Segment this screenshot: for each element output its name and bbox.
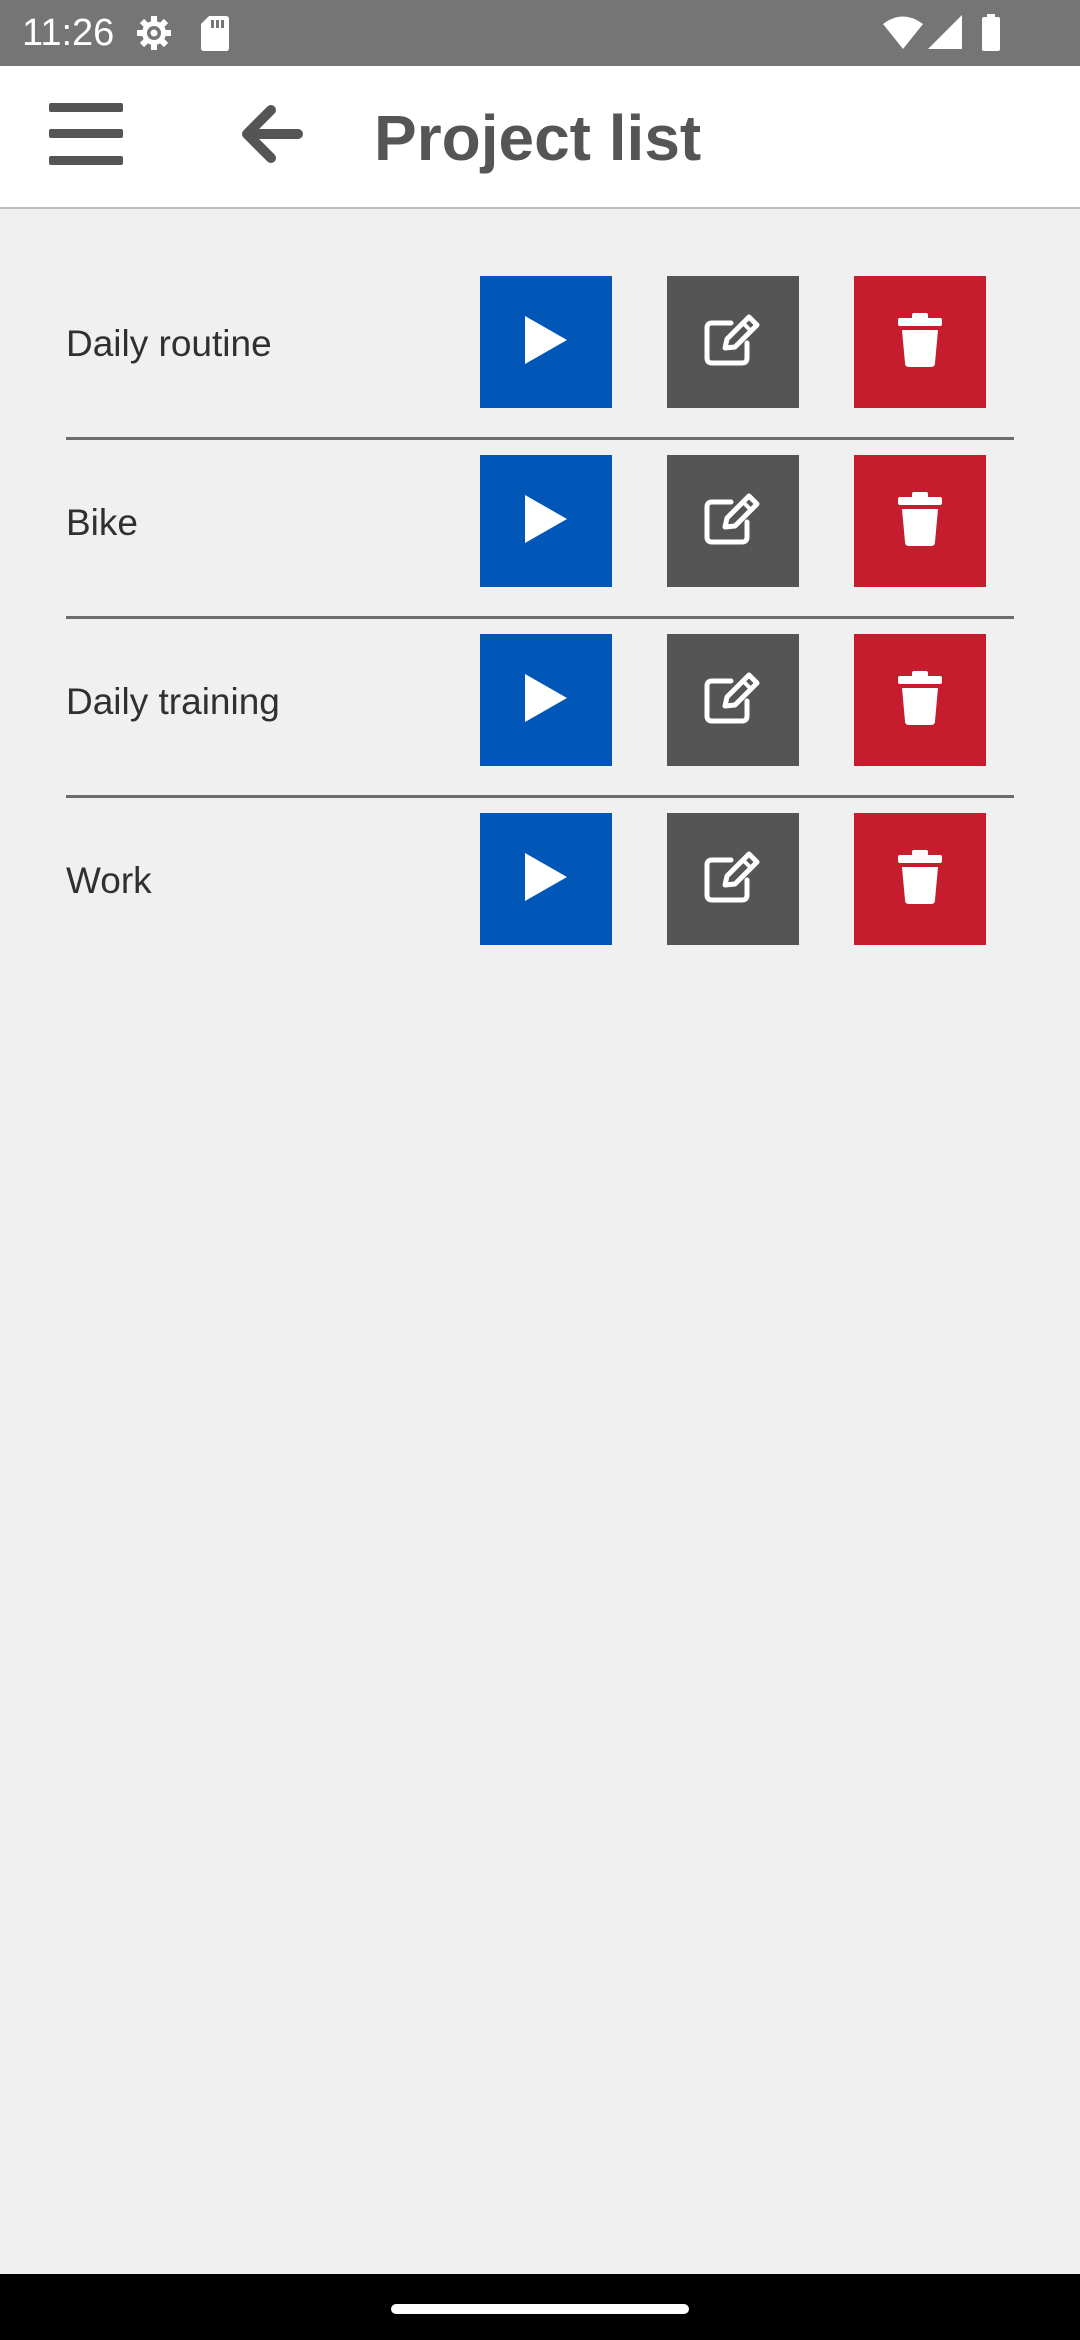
menu-button[interactable] bbox=[36, 96, 136, 176]
edit-icon bbox=[703, 671, 763, 730]
start-project-button[interactable] bbox=[480, 276, 612, 408]
trash-icon bbox=[898, 491, 942, 551]
start-project-button[interactable] bbox=[480, 813, 612, 945]
project-row: Work bbox=[66, 801, 1014, 977]
navigation-bar bbox=[0, 2274, 1080, 2340]
edit-project-button[interactable] bbox=[667, 813, 799, 945]
app-bar: Project list bbox=[0, 66, 1080, 209]
project-name: Daily routine bbox=[66, 323, 272, 364]
page-title: Project list bbox=[374, 102, 702, 174]
edit-project-button[interactable] bbox=[667, 634, 799, 766]
project-name: Bike bbox=[66, 502, 138, 543]
project-name: Daily training bbox=[66, 681, 280, 722]
delete-project-button[interactable] bbox=[854, 813, 986, 945]
play-icon bbox=[523, 493, 569, 550]
trash-icon bbox=[898, 849, 942, 909]
battery-icon bbox=[980, 13, 1002, 53]
project-row: Daily routine bbox=[66, 264, 1014, 440]
home-gesture-handle[interactable] bbox=[391, 2304, 689, 2314]
status-bar: 11:26 bbox=[0, 0, 1080, 66]
start-project-button[interactable] bbox=[480, 634, 612, 766]
play-icon bbox=[523, 672, 569, 729]
arrow-left-icon bbox=[241, 104, 303, 168]
start-project-button[interactable] bbox=[480, 455, 612, 587]
project-name: Work bbox=[66, 860, 152, 901]
hamburger-menu-icon bbox=[49, 102, 123, 170]
status-time: 11:26 bbox=[22, 12, 115, 54]
edit-icon bbox=[703, 492, 763, 551]
edit-icon bbox=[703, 313, 763, 372]
edit-icon bbox=[703, 850, 763, 909]
edit-project-button[interactable] bbox=[667, 455, 799, 587]
play-icon bbox=[523, 314, 569, 371]
back-button[interactable] bbox=[222, 96, 322, 176]
delete-project-button[interactable] bbox=[854, 455, 986, 587]
delete-project-button[interactable] bbox=[854, 634, 986, 766]
play-icon bbox=[523, 851, 569, 908]
trash-icon bbox=[898, 670, 942, 730]
trash-icon bbox=[898, 312, 942, 372]
project-row: Daily training bbox=[66, 622, 1014, 798]
wifi-icon bbox=[882, 13, 924, 53]
cellular-signal-icon bbox=[926, 13, 964, 53]
sd-card-icon bbox=[200, 13, 230, 53]
edit-project-button[interactable] bbox=[667, 276, 799, 408]
delete-project-button[interactable] bbox=[854, 276, 986, 408]
project-list: Daily routine Bike Daily training Work bbox=[66, 264, 1014, 977]
settings-gear-icon bbox=[134, 13, 174, 53]
project-row: Bike bbox=[66, 443, 1014, 619]
